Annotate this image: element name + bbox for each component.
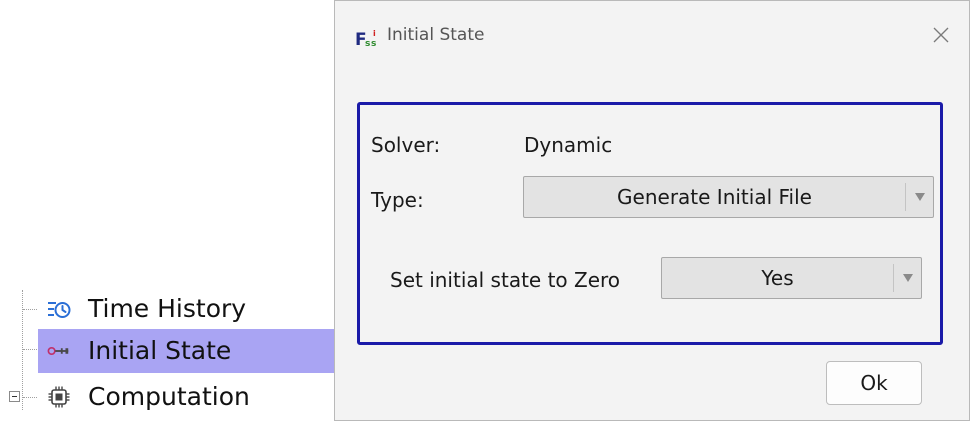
tree-item-label: Computation xyxy=(88,382,250,411)
tree-item-time-history[interactable]: Time History xyxy=(0,289,334,329)
key-icon xyxy=(47,339,71,363)
dialog-title: Initial State xyxy=(387,25,485,45)
dialog-titlebar[interactable]: F s s i Initial State xyxy=(335,1,969,73)
tree-item-initial-state[interactable]: Initial State xyxy=(0,329,334,373)
ok-button[interactable]: Ok xyxy=(826,361,922,405)
tree-item-label: Time History xyxy=(88,294,247,323)
svg-text:s: s xyxy=(371,39,376,49)
svg-text:i: i xyxy=(373,29,376,38)
initial-state-dialog: F s s i Initial State Solver: Dynamic Ty… xyxy=(334,0,970,421)
svg-text:s: s xyxy=(365,39,370,49)
solver-value: Dynamic xyxy=(524,133,613,157)
type-label: Type: xyxy=(371,188,424,212)
tree-item-label: Initial State xyxy=(88,336,232,365)
tree-item-computation[interactable]: Computation xyxy=(0,377,334,417)
chevron-down-icon[interactable] xyxy=(894,258,922,298)
solver-label: Solver: xyxy=(371,133,441,157)
chevron-down-icon[interactable] xyxy=(906,177,934,217)
model-tree: Time History Initial State Computation xyxy=(0,0,334,421)
type-dropdown[interactable]: Generate Initial File xyxy=(523,176,934,218)
zero-state-dropdown-value: Yes xyxy=(761,266,794,290)
time-history-icon xyxy=(47,297,71,321)
zero-state-dropdown[interactable]: Yes xyxy=(661,257,922,299)
collapse-toggle-icon[interactable] xyxy=(9,391,20,402)
close-icon[interactable] xyxy=(927,21,955,49)
settings-group: Solver: Dynamic Type: Generate Initial F… xyxy=(357,102,943,345)
type-dropdown-value: Generate Initial File xyxy=(617,185,812,209)
zero-state-label: Set initial state to Zero xyxy=(390,268,621,292)
chip-icon xyxy=(47,385,71,409)
app-logo-icon: F s s i xyxy=(355,27,381,50)
